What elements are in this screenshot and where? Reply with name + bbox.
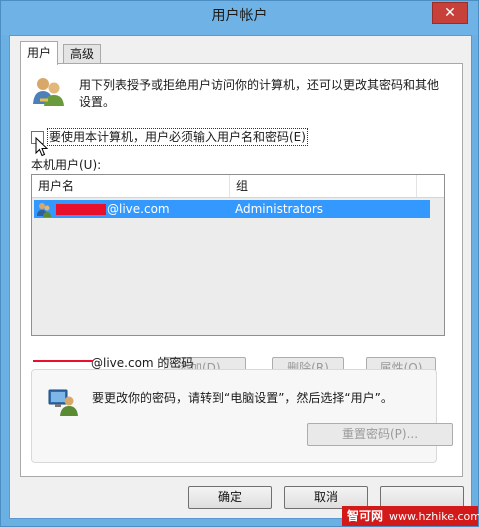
- user-row[interactable]: @live.com Administrators: [34, 200, 430, 218]
- user-settings-icon: [48, 389, 78, 416]
- dialog-client-area: 用户 高级 用下列表授予或拒绝用户访问你的计算机，还可以更改其密码和其他设置。 …: [9, 35, 472, 519]
- user-accounts-dialog: 用户帐户 ✕ 用户 高级 用下列表授予或拒绝用户访问你的计算机，还可以更改其密码…: [0, 0, 479, 527]
- close-button[interactable]: ✕: [432, 2, 468, 24]
- require-password-label[interactable]: 要使用本计算机，用户必须输入用户名和密码(E): [47, 128, 308, 146]
- watermark-site-name: 智可网: [347, 509, 384, 523]
- window-title: 用户帐户: [211, 8, 268, 24]
- tab-users[interactable]: 用户: [20, 41, 59, 65]
- row-username: @live.com: [107, 202, 170, 216]
- users-tab-panel: 用下列表授予或拒绝用户访问你的计算机，还可以更改其密码和其他设置。 要使用本计算…: [20, 63, 463, 477]
- user-list[interactable]: 用户名 组 @live.com Administrators: [31, 174, 445, 336]
- ok-button[interactable]: 确定: [188, 486, 272, 509]
- watermark-url: www.hzhike.com: [389, 510, 479, 523]
- mouse-cursor-icon: [35, 137, 49, 157]
- users-icon: [33, 78, 64, 106]
- password-instructions: 要更改你的密码，请转到“电脑设置”，然后选择“用户”。: [92, 391, 393, 405]
- title-bar[interactable]: 用户帐户: [1, 1, 478, 35]
- column-header-group[interactable]: 组: [230, 175, 417, 197]
- intro-text: 用下列表授予或拒绝用户访问你的计算机，还可以更改其密码和其他设置。: [79, 78, 440, 109]
- row-group: Administrators: [235, 202, 324, 216]
- close-icon: ✕: [444, 5, 456, 21]
- column-header-username[interactable]: 用户名: [32, 175, 230, 197]
- reset-password-button[interactable]: 重置密码(P)...: [307, 423, 453, 446]
- redaction-mark: [33, 360, 93, 362]
- site-watermark: 智可网 www.hzhike.com: [342, 506, 479, 526]
- password-group: 要更改你的密码，请转到“电脑设置”，然后选择“用户”。 重置密码(P)...: [31, 369, 453, 463]
- redaction-mark: [56, 204, 106, 215]
- local-users-label: 本机用户(U):: [31, 158, 102, 172]
- list-header: 用户名 组: [32, 175, 444, 198]
- user-icon: [37, 203, 51, 217]
- tab-advanced[interactable]: 高级: [63, 44, 102, 64]
